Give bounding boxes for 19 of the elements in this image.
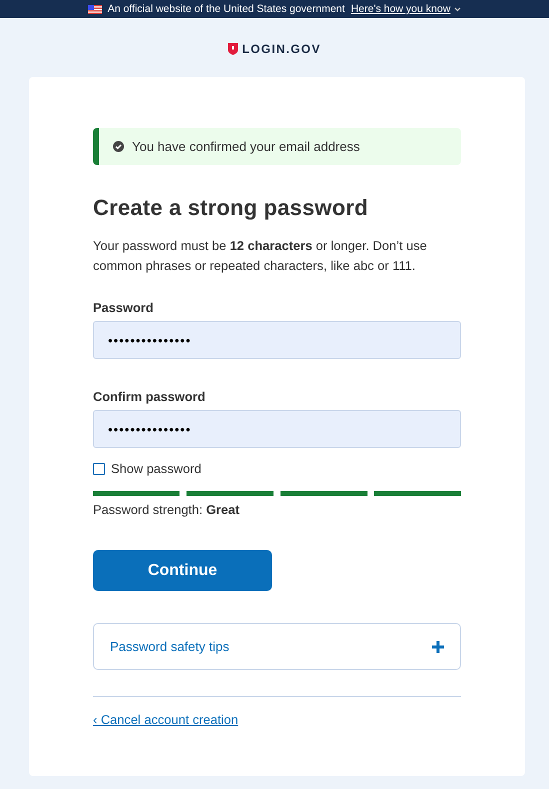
shield-icon xyxy=(228,42,238,54)
continue-button[interactable]: Continue xyxy=(93,550,272,591)
how-you-know-link[interactable]: Here's how you know xyxy=(350,3,450,15)
field-label: Confirm password xyxy=(93,389,206,404)
page-heading: Create a strong password xyxy=(93,195,369,221)
check-circle-icon xyxy=(113,141,124,152)
banner-text: An official website of the United States government xyxy=(108,3,345,15)
checkbox[interactable] xyxy=(93,462,105,474)
logo-text: LOGIN.GOV xyxy=(242,42,321,56)
checkbox-label: Show password xyxy=(111,461,202,476)
password-field[interactable]: ••••••••••••••• xyxy=(93,321,461,359)
flag-icon xyxy=(88,4,102,14)
strength-text: Password strength: Great xyxy=(93,502,241,517)
field-label: Password xyxy=(93,300,154,315)
cancel-link[interactable]: ‹ Cancel account creation xyxy=(93,712,238,727)
safety-tips-accordion[interactable]: Password safety tips xyxy=(93,623,461,670)
alert-message: You have confirmed your email address xyxy=(132,139,360,154)
password-requirements: Your password must be 12 characters or longer. Don’t use common phrases or repeated characters, like abc or 111. xyxy=(93,237,428,275)
password-field[interactable]: ••••••••••••••• xyxy=(93,410,461,448)
